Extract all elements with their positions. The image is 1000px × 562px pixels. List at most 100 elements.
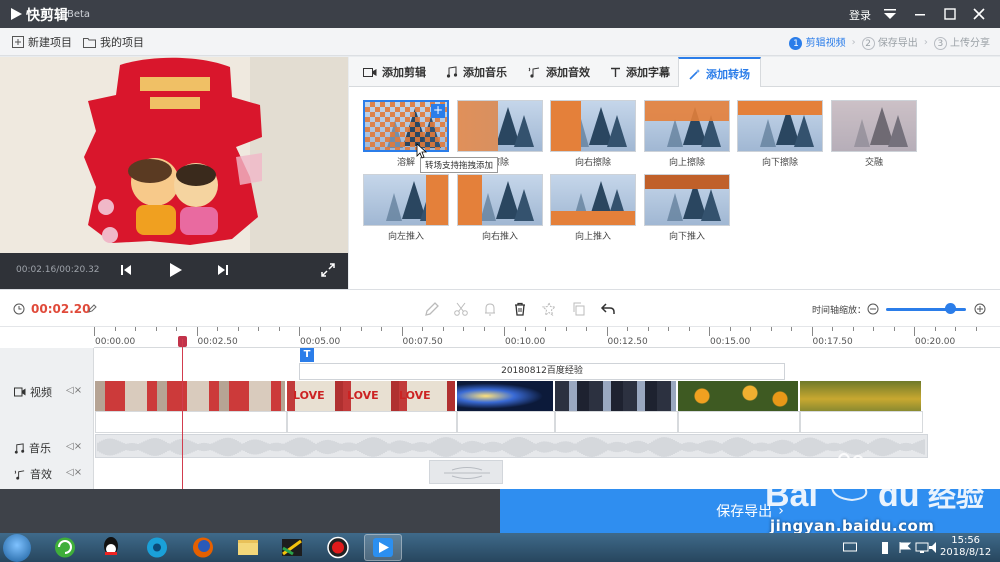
tab-add-subtitle[interactable]: 添加字幕 xyxy=(610,57,670,87)
usb-icon[interactable] xyxy=(880,541,890,555)
zoom-in-icon[interactable] xyxy=(974,303,986,315)
crop-icon[interactable] xyxy=(541,301,557,317)
video-clip-6[interactable] xyxy=(800,381,922,411)
transition-item[interactable] xyxy=(644,174,730,226)
ruler-tick-label: 00:10.00 xyxy=(505,337,546,347)
tab-add-clip[interactable]: 添加剪辑 xyxy=(363,57,426,87)
zoom-slider-handle[interactable] xyxy=(945,303,956,314)
music-note-icon xyxy=(446,66,458,78)
keyboard-icon[interactable] xyxy=(843,541,857,553)
step-edit-video[interactable]: 1 剪辑视频 xyxy=(789,34,846,51)
step-save-export[interactable]: 2 保存导出 xyxy=(861,34,918,51)
transition-magic-icon xyxy=(689,68,700,80)
trash-icon[interactable] xyxy=(512,301,528,317)
transition-item[interactable] xyxy=(831,100,917,152)
transition-item[interactable] xyxy=(737,100,823,152)
tab-add-music[interactable]: 添加音乐 xyxy=(446,57,507,87)
my-projects-label: 我的项目 xyxy=(100,36,144,49)
ruler-minor-tick xyxy=(545,327,546,331)
fullscreen-icon[interactable] xyxy=(318,260,338,280)
music-clip[interactable] xyxy=(95,434,928,458)
transition-item[interactable] xyxy=(457,100,543,152)
ruler-minor-tick xyxy=(668,327,669,331)
ruler-minor-tick xyxy=(114,327,116,331)
title-bar: 快剪辑 Beta 登录 xyxy=(0,0,1000,28)
transition-item[interactable] xyxy=(644,100,730,152)
video-clip-1[interactable] xyxy=(95,381,286,411)
my-projects-button[interactable]: 我的项目 xyxy=(83,34,144,50)
sfx-mute-icon[interactable]: ◁× xyxy=(66,467,82,478)
maximize-icon[interactable] xyxy=(941,5,959,23)
system-clock[interactable]: 15:56 2018/8/12 xyxy=(940,535,991,559)
add-transition-icon[interactable]: + xyxy=(431,104,445,118)
clip-audio-area xyxy=(678,411,800,433)
video-clip-5[interactable] xyxy=(678,381,799,411)
close-icon[interactable] xyxy=(970,5,988,23)
music-mute-icon[interactable]: ◁× xyxy=(66,441,82,452)
track-head-music: 音乐 xyxy=(14,440,51,456)
ruler-minor-tick xyxy=(381,327,382,331)
subtitle-clip[interactable]: 20180812百度经验 xyxy=(299,363,785,380)
transition-item[interactable] xyxy=(550,100,636,152)
step-upload-share[interactable]: 3 上传分享 xyxy=(933,34,990,51)
new-project-label: 新建项目 xyxy=(28,36,72,49)
taskbar-app-icon[interactable] xyxy=(273,534,311,561)
bell-icon[interactable] xyxy=(482,301,498,317)
scissors-icon[interactable] xyxy=(453,301,469,317)
tab-add-transition[interactable]: 添加转场 xyxy=(678,57,761,88)
ruler-minor-tick xyxy=(463,327,464,331)
zoom-label: 时间轴缩放： xyxy=(812,306,867,316)
chevron-right-icon: › xyxy=(923,36,928,48)
preview-time: 00:02.16/00:20.32 xyxy=(16,265,100,275)
sound-effect-clip[interactable] xyxy=(429,460,503,484)
ruler-minor-tick xyxy=(524,327,526,331)
zoom-out-icon[interactable] xyxy=(867,303,879,315)
transition-item[interactable] xyxy=(457,174,543,226)
track-headers: 视频 ◁× 音乐 ◁× 音效 ◁× xyxy=(0,348,94,489)
edit-toolbar: 00:02.20 时间轴缩放： xyxy=(0,289,1000,327)
timeline: 00:00.00 00:02.50 00:05.00 00:07.50 00:10.00… xyxy=(0,327,1000,489)
taskbar-kuaijianji-icon[interactable] xyxy=(364,534,402,561)
login-button[interactable]: 登录 xyxy=(849,7,871,23)
app-window: 快剪辑 Beta 登录 新建项目 我的项目 1 剪辑视频 › 2 保存导出 › … xyxy=(0,0,1000,562)
previous-frame-icon[interactable] xyxy=(116,260,136,280)
video-mute-icon[interactable]: ◁× xyxy=(66,385,82,396)
video-preview: 00:02.16/00:20.32 xyxy=(0,57,348,289)
copy-icon[interactable] xyxy=(571,301,587,317)
minimize-icon[interactable] xyxy=(911,5,929,23)
taskbar-qq-icon[interactable] xyxy=(92,534,130,561)
preview-frame[interactable] xyxy=(0,57,348,253)
taskbar-firefox-icon[interactable] xyxy=(184,534,222,561)
network-icon[interactable] xyxy=(915,541,929,554)
tab-add-sound-effect[interactable]: 添加音效 xyxy=(528,57,590,87)
transition-item[interactable]: + xyxy=(363,100,449,152)
subtitle-marker-icon[interactable]: T xyxy=(300,348,314,362)
clip-audio-area xyxy=(287,411,457,433)
transition-item[interactable] xyxy=(550,174,636,226)
video-clip-4[interactable] xyxy=(555,381,677,411)
taskbar-explorer-icon[interactable] xyxy=(229,534,267,561)
video-clip-3[interactable] xyxy=(457,381,554,411)
new-project-button[interactable]: 新建项目 xyxy=(12,34,72,50)
edit-time-icon[interactable] xyxy=(88,304,97,313)
menu-dropdown-icon[interactable] xyxy=(881,5,899,23)
next-frame-icon[interactable] xyxy=(213,260,233,280)
pen-icon[interactable] xyxy=(424,301,440,317)
clip-thumbnail-text: LOVE xyxy=(399,389,431,402)
music-waveform xyxy=(97,437,925,457)
taskbar-media-icon[interactable] xyxy=(138,534,176,561)
undo-icon[interactable] xyxy=(600,301,616,317)
taskbar-360-icon[interactable] xyxy=(46,534,84,561)
flag-icon[interactable] xyxy=(898,541,912,554)
transition-item[interactable] xyxy=(363,174,449,226)
time-ruler[interactable]: 00:00.00 00:02.50 00:05.00 00:07.50 00:10.00… xyxy=(94,327,1000,348)
ruler-minor-tick xyxy=(647,327,649,331)
play-icon[interactable] xyxy=(165,260,185,280)
clip-thumbnail-text: LOVE xyxy=(347,389,379,402)
start-button[interactable] xyxy=(3,534,31,562)
video-clip-2[interactable]: LOVE LOVE LOVE xyxy=(287,381,456,411)
taskbar-record-icon[interactable] xyxy=(319,534,357,561)
ruler-tick-mark xyxy=(504,327,505,336)
text-icon xyxy=(611,67,620,77)
ruler-minor-tick xyxy=(627,327,628,331)
